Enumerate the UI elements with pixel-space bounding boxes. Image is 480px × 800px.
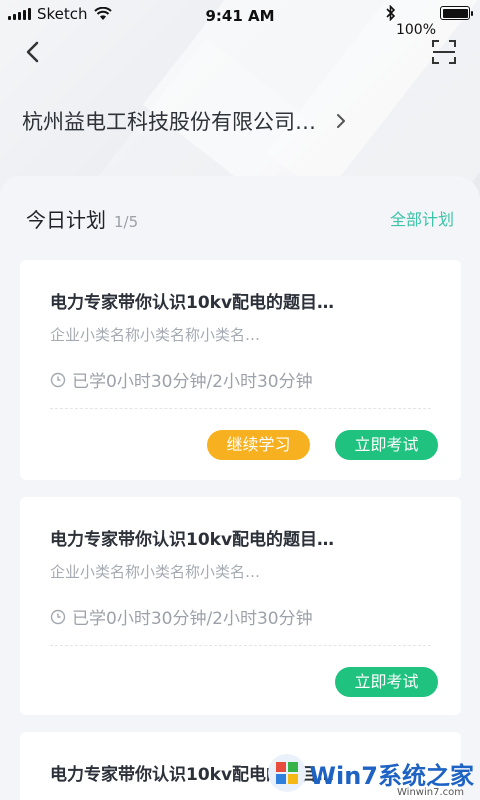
chevron-right-icon — [337, 114, 345, 128]
chevron-left-icon — [26, 41, 39, 63]
clock-icon — [50, 609, 66, 624]
course-category: 企业小类名称小类名称小类名… — [50, 563, 261, 581]
all-plans-link[interactable]: 全部计划 — [390, 206, 454, 230]
plan-card[interactable]: 电力专家带你认识10kv配电的题目… 企业小类名称小类名称小类名… 已学0小时3… — [20, 497, 461, 715]
course-title: 电力专家带你认识10kv配电的题目… — [50, 530, 335, 550]
company-selector[interactable]: 杭州益电工科技股份有限公司… — [22, 106, 348, 136]
windows-logo-icon — [267, 754, 306, 792]
study-time-text: 已学0小时30分钟/2小时30分钟 — [72, 609, 313, 629]
status-bar: Sketch 9:41 AM 100% — [0, 0, 480, 38]
watermark: Win7系统之家 Winwin7.com — [266, 752, 474, 798]
take-exam-button[interactable]: 立即考试 — [335, 430, 438, 460]
plan-header: 今日计划 1/5 — [26, 204, 138, 233]
company-name: 杭州益电工科技股份有限公司… — [22, 110, 316, 134]
course-title: 电力专家带你认识10kv配电的题目… — [50, 293, 335, 313]
study-progress: 已学0小时30分钟/2小时30分钟 — [50, 604, 313, 629]
battery-icon — [440, 6, 473, 20]
study-time-text: 已学0小时30分钟/2小时30分钟 — [72, 372, 313, 392]
watermark-url: Winwin7.com — [397, 787, 464, 798]
study-progress: 已学0小时30分钟/2小时30分钟 — [50, 367, 313, 392]
battery-percent: 100% — [395, 22, 436, 38]
scan-icon — [432, 40, 456, 64]
continue-study-button[interactable]: 继续学习 — [207, 430, 310, 460]
scan-button[interactable] — [430, 38, 458, 66]
divider — [50, 408, 431, 409]
plan-count: 1/5 — [114, 213, 139, 231]
plan-title: 今日计划 — [26, 208, 106, 232]
plan-card[interactable]: 电力专家带你认识10kv配电的题目… 企业小类名称小类名称小类名… 已学0小时3… — [20, 260, 461, 480]
divider — [50, 645, 431, 646]
take-exam-button[interactable]: 立即考试 — [335, 667, 438, 697]
bluetooth-icon — [386, 5, 396, 21]
back-button[interactable] — [18, 36, 50, 68]
course-category: 企业小类名称小类名称小类名… — [50, 326, 261, 344]
clock-icon — [50, 372, 66, 387]
watermark-text: Win7系统之家 — [309, 761, 474, 790]
